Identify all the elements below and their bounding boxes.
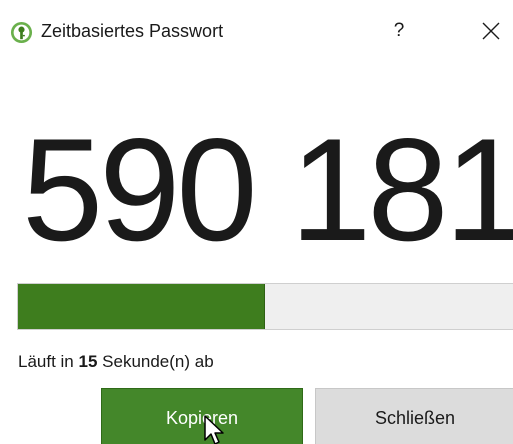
keepassxc-logo-icon [10, 21, 33, 44]
status-prefix: Läuft in [18, 352, 79, 371]
seconds-remaining: 15 [78, 352, 98, 371]
copy-button[interactable]: Kopieren [101, 388, 303, 444]
expiry-progress-bar [17, 283, 513, 330]
help-button[interactable]: ? [384, 18, 414, 44]
close-dialog-button[interactable]: Schließen [315, 388, 513, 444]
progress-fill [18, 284, 266, 329]
close-button[interactable] [476, 18, 506, 44]
status-suffix: Sekunde(n) ab [97, 352, 214, 371]
close-icon [482, 22, 500, 40]
totp-dialog: Zeitbasiertes Passwort ? 590 181 Läuft i… [0, 0, 513, 444]
title-bar: Zeitbasiertes Passwort ? [0, 0, 513, 56]
expiry-status: Läuft in 15 Sekunde(n) ab [18, 351, 214, 373]
totp-code: 590 181 [22, 108, 513, 271]
dialog-title: Zeitbasiertes Passwort [41, 21, 224, 41]
